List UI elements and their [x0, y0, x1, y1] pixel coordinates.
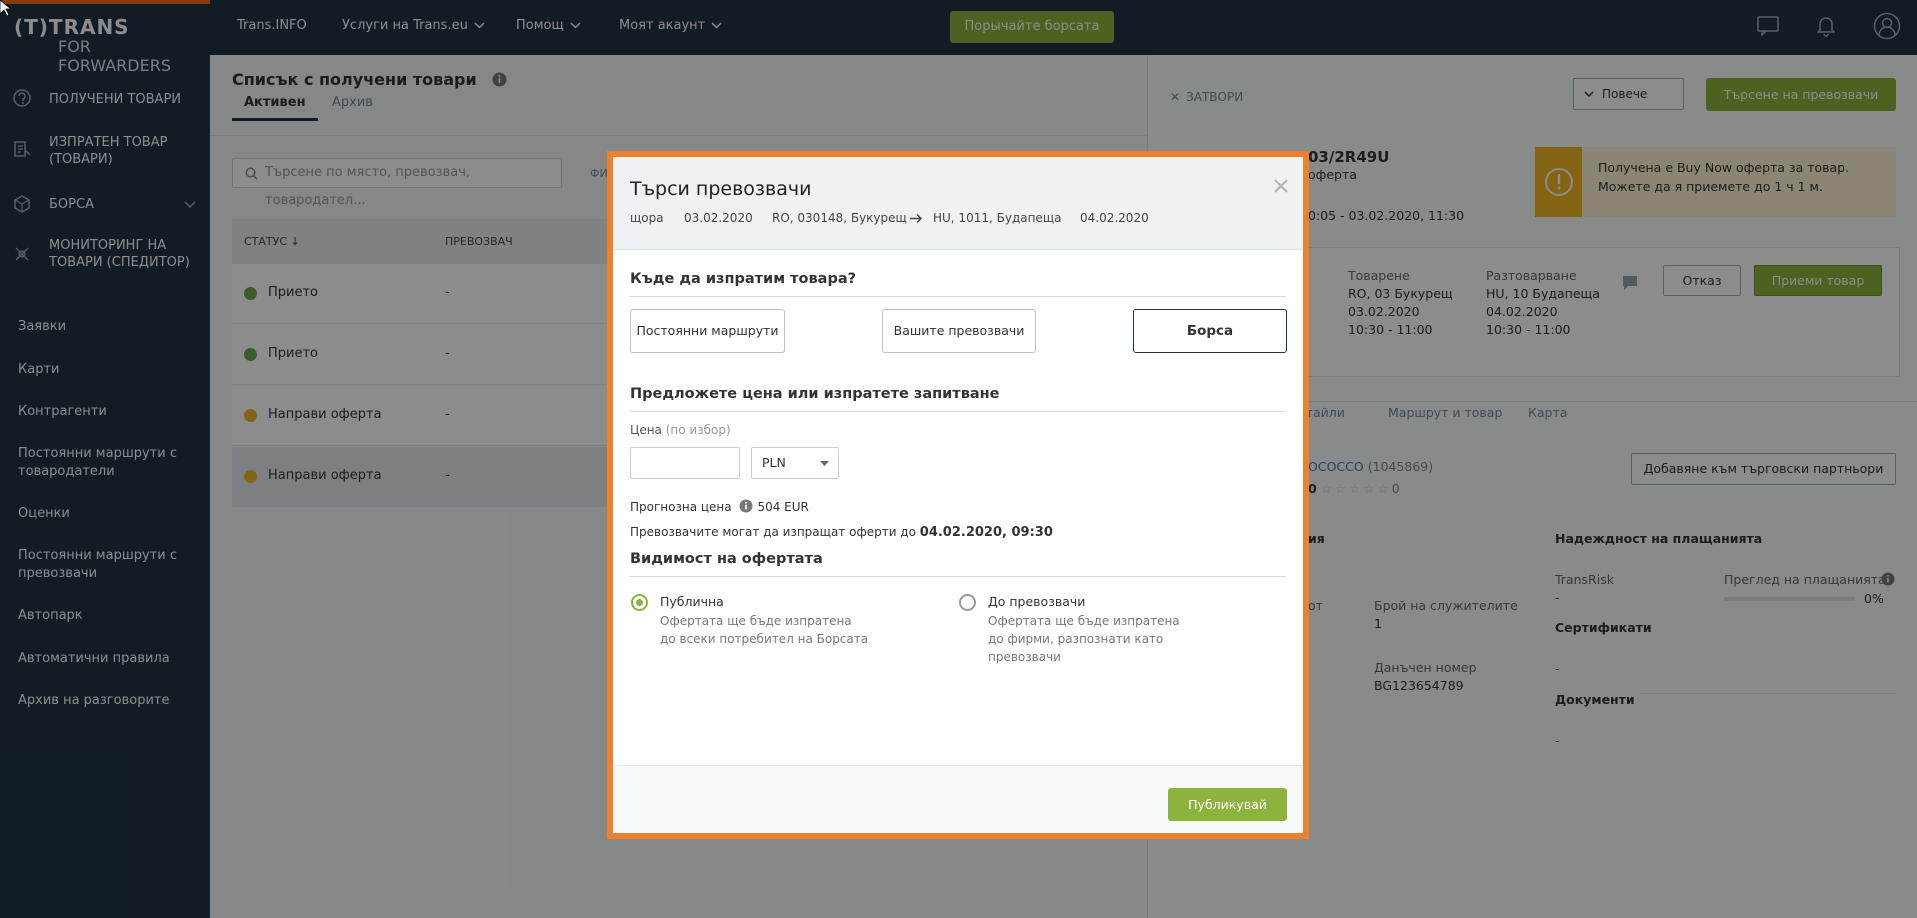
price-optional: (по избор)	[665, 423, 731, 437]
modal-footer: Публикувай	[613, 765, 1303, 833]
offer-deadline: Превозвачите могат да изпращат оферти до…	[630, 525, 1053, 540]
carriers-only-label[interactable]: До превозвачи	[988, 594, 1085, 609]
price-heading: Предложете цена или изпратете запитване	[630, 386, 1000, 402]
modal-title: Търси превозвачи	[630, 178, 812, 200]
public-desc: Офертата ще бъде изпратена до всеки потр…	[660, 614, 869, 646]
arrow-right-icon	[910, 213, 923, 224]
option-your-carriers[interactable]: Вашите превозвачи	[882, 309, 1036, 353]
option-exchange[interactable]: Борса	[1133, 309, 1287, 353]
section-divider	[630, 411, 1286, 412]
info-load-date: 03.02.2020	[684, 211, 753, 225]
public-label[interactable]: Публична	[660, 594, 724, 609]
section-divider	[630, 576, 1286, 577]
currency-value: PLN	[762, 455, 786, 470]
visibility-heading: Видимост на офертата	[630, 551, 823, 567]
option-permanent-routes[interactable]: Постоянни маршрути	[630, 309, 785, 353]
info-from: RO, 030148, Букурещ	[772, 211, 907, 225]
price-input[interactable]	[630, 447, 740, 479]
estimated-label: Прогнозна цена	[630, 500, 732, 514]
where-heading: Къде да изпратим товара?	[630, 271, 857, 287]
estimated-price: Прогнозна цена 504 EUR	[630, 499, 809, 514]
radio-public[interactable]	[631, 594, 648, 611]
info-when: щора	[630, 211, 664, 225]
carriers-only-desc: Офертата ще бъде изпратена до фирми, раз…	[988, 614, 1180, 664]
deadline-value: 04.02.2020, 09:30	[919, 525, 1053, 540]
close-icon[interactable]	[1273, 178, 1289, 194]
price-label-text: Цена	[630, 423, 662, 437]
publish-button[interactable]: Публикувай	[1168, 788, 1287, 821]
deadline-text: Превозвачите могат да изпращат оферти до	[630, 525, 916, 539]
estimated-value: 504 EUR	[757, 500, 809, 514]
dropdown-caret-icon	[820, 461, 829, 466]
currency-select[interactable]: PLN	[751, 447, 839, 479]
mouse-cursor-icon	[0, 0, 10, 16]
info-to: HU, 1011, Будапеща	[933, 211, 1062, 225]
info-unload-date: 04.02.2020	[1080, 211, 1149, 225]
info-icon[interactable]	[739, 499, 753, 513]
search-carriers-modal: Търси превозвачи щора 03.02.2020 RO, 030…	[607, 151, 1309, 839]
section-divider	[630, 296, 1286, 297]
radio-carriers-only[interactable]	[959, 594, 976, 611]
modal-header: Търси превозвачи щора 03.02.2020 RO, 030…	[613, 157, 1303, 250]
price-label: Цена (по избор)	[630, 423, 731, 437]
